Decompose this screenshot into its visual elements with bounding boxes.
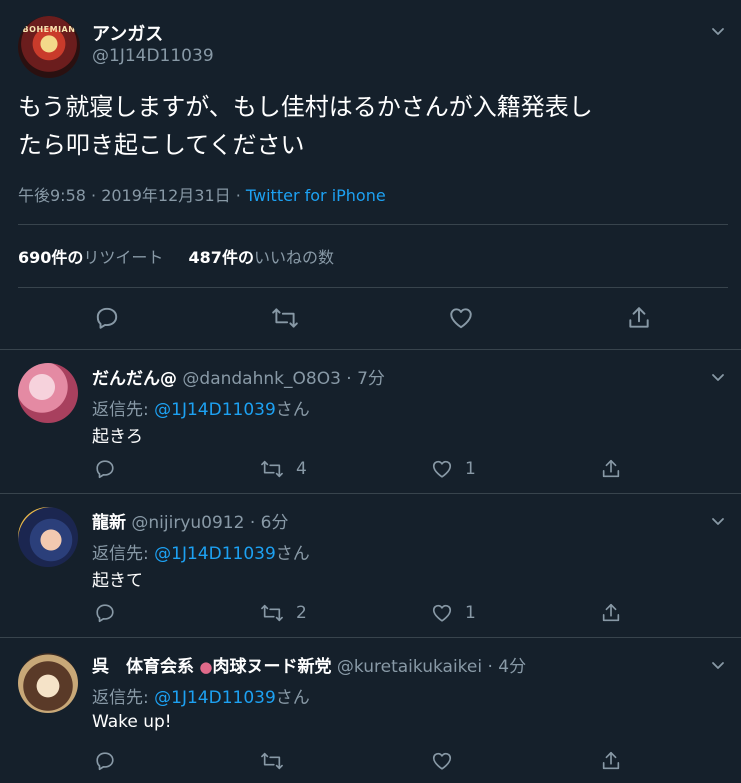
tweet-stats: 690件のリツイート 487件のいいねの数 [18, 244, 334, 268]
reply-to-label: 返信先: [92, 400, 155, 420]
retweet-button[interactable] [271, 305, 299, 335]
reply-to-label: 返信先: [92, 688, 155, 708]
reply-to-suffix: さん [275, 544, 310, 564]
reply-to: 返信先: @1J14D11039さん [92, 683, 310, 708]
share-icon [602, 603, 620, 622]
tweet-text-line-2: たら叩き起こしてください [18, 131, 305, 159]
retweet-icon [272, 308, 298, 328]
retweets-stat[interactable]: 690件のリツイート [18, 248, 163, 267]
reply-icon [96, 307, 118, 329]
retweet-icon [261, 752, 283, 770]
reply-header: 龍新 @nijiryu0912 · 6分 [92, 508, 288, 533]
share-icon [602, 459, 620, 478]
reply-to-suffix: さん [275, 400, 310, 420]
reply-author-handle[interactable]: @nijiryu0912 [131, 513, 244, 533]
avatar[interactable]: BOHEMIAN [18, 16, 80, 78]
retweets-count: 690 [18, 248, 52, 267]
like-button[interactable]: 1 [431, 458, 476, 480]
tweet-source[interactable]: Twitter for iPhone [246, 186, 386, 205]
reply-icon [96, 460, 114, 479]
retweet-count: 4 [296, 459, 307, 479]
share-button[interactable] [600, 750, 634, 772]
avatar[interactable] [18, 653, 78, 713]
reply-author-name[interactable]: だんだん@ [92, 369, 177, 389]
retweet-icon [261, 604, 283, 622]
retweet-button[interactable] [260, 750, 296, 772]
reply-author-handle[interactable]: @dandahnk_O8O3 [182, 369, 340, 389]
reply-header: だんだん@ @dandahnk_O8O3 · 7分 [92, 364, 385, 389]
chevron-down-icon[interactable] [711, 370, 725, 384]
reply-icon [96, 752, 114, 771]
share-button[interactable] [626, 305, 652, 335]
reply-time[interactable]: · 6分 [250, 513, 289, 533]
retweets-label: リツイート [83, 248, 164, 267]
retweet-button[interactable]: 4 [260, 458, 307, 480]
retweets-unit: 件の [51, 248, 84, 267]
chevron-down-icon[interactable] [711, 24, 725, 38]
like-button[interactable] [431, 750, 465, 772]
reply-tweet[interactable]: だんだん@ @dandahnk_O8O3 · 7分 返信先: @1J14D110… [0, 349, 741, 494]
reply-button[interactable] [94, 458, 128, 480]
reply-to: 返信先: @1J14D11039さん [92, 539, 310, 564]
tweet-timestamp[interactable]: 午後9:58 · 2019年12月31日 · [18, 186, 246, 205]
reply-button[interactable] [94, 602, 128, 624]
main-tweet: BOHEMIAN アンガス @1J14D11039 もう就寝しますが、もし佳村は… [0, 0, 741, 349]
author-name[interactable]: アンガス [92, 20, 163, 46]
share-button[interactable] [600, 602, 634, 624]
retweet-icon [261, 460, 283, 478]
reply-time[interactable]: · 4分 [488, 657, 527, 677]
tweet-text: もう就寝しますが、もし佳村はるかさんが入籍発表し たら叩き起こしてください [18, 88, 718, 164]
heart-icon [432, 752, 452, 770]
tweet-text-line-1: もう就寝しますが、もし佳村はるかさんが入籍発表し [18, 93, 593, 121]
reply-to-handle[interactable]: @1J14D11039 [154, 688, 276, 708]
reply-tweet[interactable]: 龍新 @nijiryu0912 · 6分 返信先: @1J14D11039さん … [0, 493, 741, 638]
divider [18, 224, 728, 225]
reply-to-handle[interactable]: @1J14D11039 [154, 544, 276, 564]
like-count: 1 [465, 603, 476, 623]
reply-button[interactable] [94, 305, 120, 335]
reply-text: 起きて [92, 571, 143, 591]
author-handle[interactable]: @1J14D11039 [92, 46, 214, 66]
tweet-meta: 午後9:58 · 2019年12月31日 · Twitter for iPhon… [18, 182, 386, 206]
divider [18, 287, 728, 288]
heart-icon [450, 308, 472, 329]
likes-count: 487 [188, 248, 222, 267]
share-button[interactable] [600, 458, 634, 480]
retweet-button[interactable]: 2 [260, 602, 307, 624]
retweet-count: 2 [296, 603, 307, 623]
paw-icon: ● [199, 658, 213, 676]
reply-text: 起きろ [92, 427, 143, 447]
likes-unit: 件の [221, 248, 254, 267]
reply-to-handle[interactable]: @1J14D11039 [154, 400, 276, 420]
reply-to-label: 返信先: [92, 544, 155, 564]
reply-text: Wake up! [92, 712, 172, 732]
reply-author-name[interactable]: 呉 体育会系 [92, 657, 194, 677]
heart-icon [432, 604, 452, 622]
reply-to-suffix: さん [275, 688, 310, 708]
reply-to: 返信先: @1J14D11039さん [92, 395, 310, 420]
like-button[interactable]: 1 [431, 602, 476, 624]
share-icon [629, 307, 649, 328]
reply-header: 呉 体育会系 ●肉球ヌード新党 @kuretaikukaikei · 4分 [92, 652, 526, 677]
share-icon [602, 751, 620, 770]
avatar-text: BOHEMIAN [22, 25, 76, 34]
chevron-down-icon[interactable] [711, 514, 725, 528]
reply-author-name[interactable]: 龍新 [92, 513, 126, 533]
likes-label: いいねの数 [253, 248, 334, 267]
reply-tweet[interactable]: 呉 体育会系 ●肉球ヌード新党 @kuretaikukaikei · 4分 返信… [0, 637, 741, 783]
reply-author-name-tail[interactable]: 肉球ヌード新党 [213, 657, 332, 677]
avatar[interactable] [18, 363, 78, 423]
like-button[interactable] [448, 305, 474, 335]
chevron-down-icon[interactable] [711, 658, 725, 672]
reply-time[interactable]: · 7分 [346, 369, 385, 389]
reply-button[interactable] [94, 750, 128, 772]
heart-icon [432, 460, 452, 478]
reply-icon [96, 604, 114, 623]
avatar[interactable] [18, 507, 78, 567]
like-count: 1 [465, 459, 476, 479]
likes-stat[interactable]: 487件のいいねの数 [189, 248, 334, 267]
reply-author-handle[interactable]: @kuretaikukaikei [337, 657, 482, 677]
